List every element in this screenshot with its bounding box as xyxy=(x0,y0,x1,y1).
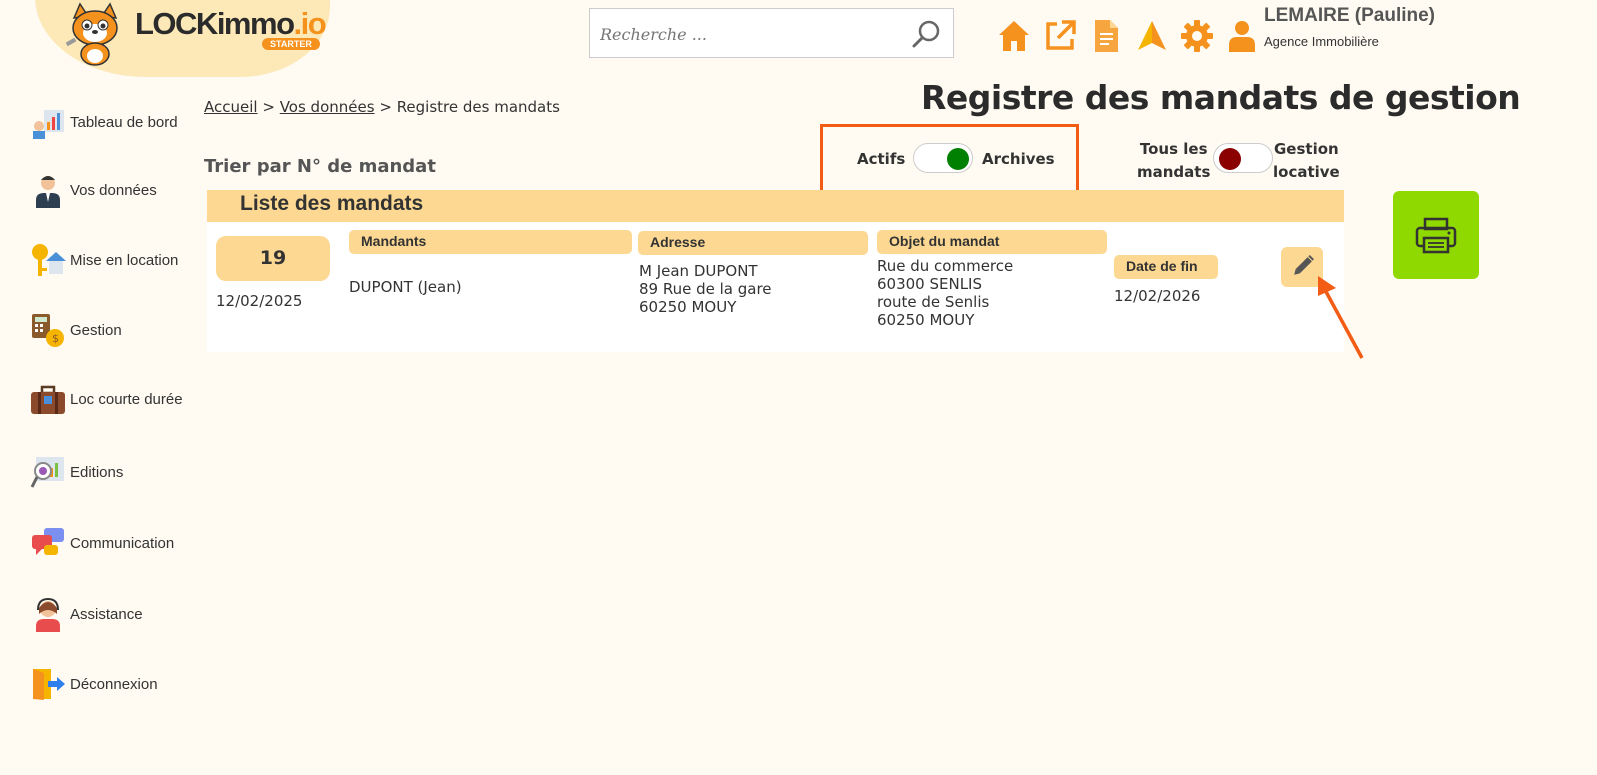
sidebar-item-label: Loc courte durée xyxy=(70,390,183,408)
date-fin-value: 12/02/2026 xyxy=(1114,287,1201,305)
sidebar-item-label: Editions xyxy=(70,463,124,481)
switch-knob xyxy=(1219,148,1241,170)
sidebar-item-label: Tableau de bord xyxy=(70,113,178,131)
toggle-label-line: Gestion xyxy=(1274,140,1339,158)
breadcrumb-separator: > xyxy=(262,98,275,116)
sidebar-item-assistance[interactable]: Assistance xyxy=(30,596,143,632)
sidebar-item-deconnexion[interactable]: Déconnexion xyxy=(30,666,158,702)
sidebar-item-label: Communication xyxy=(70,534,175,552)
printer-icon xyxy=(1415,217,1457,254)
toggle-label-line: mandats xyxy=(1137,163,1211,181)
active-archive-switch[interactable] xyxy=(913,143,973,173)
search-input[interactable] xyxy=(600,21,890,47)
mandate-list-header: Liste des mandats xyxy=(207,190,1344,222)
sidebar-item-editions[interactable]: Editions xyxy=(30,454,123,490)
person-icon xyxy=(36,176,60,208)
toggle-label-line: locative xyxy=(1273,163,1340,181)
logo-text[interactable]: LOCKimmo.io xyxy=(135,6,327,42)
sidebar-item-label: Gestion xyxy=(70,321,122,339)
breadcrumb-separator: > xyxy=(379,98,392,116)
objet-line: route de Senlis xyxy=(877,293,990,311)
mandate-row: 19 12/02/2025 Mandants DUPONT (Jean) Adr… xyxy=(207,222,1344,352)
breadcrumb-data-link[interactable]: Vos données xyxy=(280,98,375,116)
mandate-list-title: Liste des mandats xyxy=(240,192,424,215)
mandants-value: DUPONT (Jean) xyxy=(349,278,462,296)
sidebar-item-label: Vos données xyxy=(70,181,157,199)
mandate-number-badge: 19 xyxy=(216,236,330,281)
page-title: Registre des mandats de gestion xyxy=(921,78,1521,117)
annotation-arrow xyxy=(1318,276,1364,359)
sidebar-item-mise-en-location[interactable]: Mise en location xyxy=(30,242,178,278)
sidebar-item-label: Assistance xyxy=(70,605,143,623)
adresse-line: 89 Rue de la gare xyxy=(639,280,772,298)
support-agent-icon xyxy=(36,597,60,632)
gear-icon[interactable] xyxy=(1179,18,1215,54)
sidebar-item-loc-courte-duree[interactable]: Loc courte durée xyxy=(30,381,183,417)
column-header-mandants: Mandants xyxy=(349,230,632,254)
chat-bubbles-icon xyxy=(32,528,64,555)
external-link-icon[interactable] xyxy=(1042,18,1078,54)
adresse-line: M Jean DUPONT xyxy=(639,262,758,280)
search-icon[interactable] xyxy=(911,19,941,49)
sidebar-item-vos-donnees[interactable]: Vos données xyxy=(30,172,157,208)
objet-line: 60250 MOUY xyxy=(877,311,975,329)
dashboard-icon xyxy=(33,110,64,139)
calculator-icon: $ xyxy=(32,314,64,347)
column-header-objet: Objet du mandat xyxy=(877,230,1107,254)
sort-by-mandate-number[interactable]: Trier par N° de mandat xyxy=(204,156,436,177)
logout-door-icon xyxy=(33,669,65,700)
toggle-label-rental-management: Gestion locative xyxy=(1273,138,1340,184)
user-name[interactable]: LEMAIRE (Pauline) xyxy=(1264,5,1435,27)
home-icon[interactable] xyxy=(996,18,1032,54)
objet-value: Rue du commerce 60300 SENLIS route de Se… xyxy=(877,257,1013,329)
plan-badge: STARTER xyxy=(262,38,320,50)
breadcrumb: Accueil > Vos données > Registre des man… xyxy=(204,98,560,116)
paper-plane-icon[interactable] xyxy=(1134,18,1170,54)
suitcase-icon xyxy=(31,385,65,414)
svg-text:$: $ xyxy=(52,332,59,345)
chart-magnifier-icon xyxy=(30,457,64,488)
objet-line: 60300 SENLIS xyxy=(877,275,983,293)
adresse-value: M Jean DUPONT 89 Rue de la gare 60250 MO… xyxy=(639,262,772,316)
column-header-adresse: Adresse xyxy=(638,231,868,255)
user-icon[interactable] xyxy=(1224,18,1260,54)
sidebar-item-label: Déconnexion xyxy=(70,675,158,693)
sidebar-item-communication[interactable]: Communication xyxy=(30,525,174,561)
adresse-line: 60250 MOUY xyxy=(639,298,737,316)
objet-line: Rue du commerce xyxy=(877,257,1014,275)
sidebar-item-gestion[interactable]: $ Gestion xyxy=(30,312,122,348)
document-icon[interactable] xyxy=(1088,18,1124,54)
search-box xyxy=(589,8,954,58)
breadcrumb-home-link[interactable]: Accueil xyxy=(204,98,258,116)
switch-knob xyxy=(947,148,969,170)
breadcrumb-current: Registre des mandats xyxy=(396,98,560,116)
column-header-date-fin: Date de fin xyxy=(1114,255,1218,279)
print-button[interactable] xyxy=(1393,191,1479,279)
toggle-label-archives: Archives xyxy=(982,150,1055,168)
mandate-start-date: 12/02/2025 xyxy=(216,292,303,310)
toggle-label-actifs: Actifs xyxy=(857,150,906,168)
cat-mascot-icon xyxy=(65,2,118,66)
mandate-type-switch[interactable] xyxy=(1213,143,1273,173)
keys-house-icon xyxy=(32,244,66,276)
sidebar-item-label: Mise en location xyxy=(70,251,179,269)
sidebar-item-tableau-de-bord[interactable]: Tableau de bord xyxy=(30,104,178,140)
user-agency: Agence Immobilière xyxy=(1264,34,1379,49)
toggle-label-all-mandates: Tous les mandats xyxy=(1137,138,1210,184)
toggle-label-line: Tous les xyxy=(1139,140,1208,158)
